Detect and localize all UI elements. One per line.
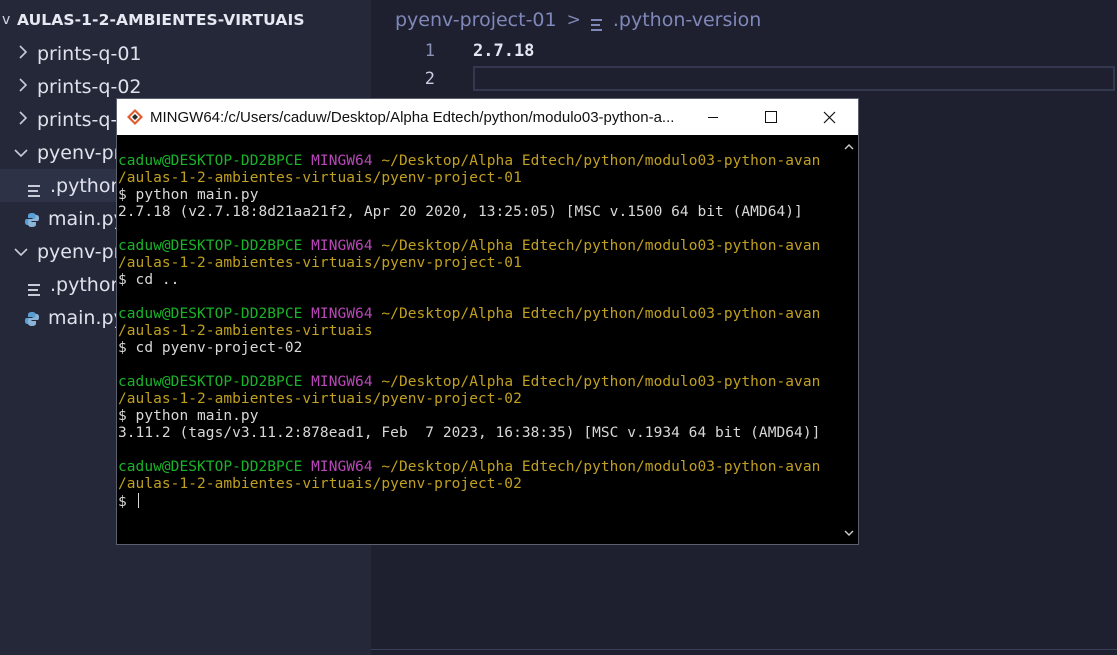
prompt-line: caduw@DESKTOP-DD2BPCE MINGW64 ~/Desktop/… [117, 374, 839, 391]
breadcrumb-folder[interactable]: pyenv-project-01 [395, 9, 557, 31]
command-output: 3.11.2 (tags/v3.11.2:878ead1, Feb 7 2023… [118, 425, 821, 441]
prompt-path: ~/Desktop/Alpha Edtech/python/modulo03-p… [381, 238, 821, 254]
prompt-path: ~/Desktop/Alpha Edtech/python/modulo03-p… [381, 306, 821, 322]
git-bash-icon [126, 108, 144, 126]
minimize-icon [708, 117, 718, 118]
prompt-line: caduw@DESKTOP-DD2BPCE MINGW64 ~/Desktop/… [117, 306, 839, 323]
prompt-path-cont: /aulas-1-2-ambientes-virtuais/pyenv-proj… [118, 170, 522, 186]
text-file-icon [28, 180, 42, 197]
line-content[interactable]: 2.7.18 [473, 41, 534, 61]
breadcrumb-file[interactable]: .python-version [613, 9, 761, 31]
terminal-scrollbar[interactable] [839, 135, 858, 544]
prompt-path-cont: /aulas-1-2-ambientes-virtuais/pyenv-proj… [118, 476, 522, 492]
desktop: v AULAS-1-2-AMBIENTES-VIRTUAIS prints-q-… [0, 0, 1117, 655]
minimize-button[interactable] [684, 99, 742, 135]
text-file-icon [28, 279, 42, 296]
chevron-right-icon [15, 44, 31, 63]
text-cursor [137, 493, 139, 508]
prompt-env: MINGW64 [311, 459, 373, 475]
maximize-icon [765, 111, 777, 123]
text-file-icon [590, 14, 604, 31]
command-line: $ cd .. [118, 272, 180, 288]
prompt-path: ~/Desktop/Alpha Edtech/python/modulo03-p… [381, 459, 821, 475]
command-line: $ python main.py [118, 408, 259, 424]
panel-divider [371, 649, 1117, 650]
explorer-section-header[interactable]: v AULAS-1-2-AMBIENTES-VIRTUAIS [0, 4, 371, 36]
tree-item-label: prints-q-02 [37, 75, 142, 98]
chevron-down-icon [13, 143, 29, 162]
explorer-root-title: AULAS-1-2-AMBIENTES-VIRTUAIS [17, 11, 305, 29]
code-line[interactable]: 1 2.7.18 [371, 36, 1117, 66]
line-number: 1 [424, 41, 435, 61]
terminal-title: MINGW64:/c/Users/caduw/Desktop/Alpha Edt… [150, 108, 675, 126]
chevron-right-icon [15, 77, 31, 96]
chevron-down-icon [844, 530, 853, 536]
prompt-symbol: $ [118, 494, 136, 510]
prompt-env: MINGW64 [311, 306, 373, 322]
close-button[interactable] [800, 99, 858, 135]
prompt-path-cont: /aulas-1-2-ambientes-virtuais [118, 323, 373, 339]
close-icon [823, 111, 835, 123]
terminal-window[interactable]: MINGW64:/c/Users/caduw/Desktop/Alpha Edt… [116, 98, 859, 545]
breadcrumb-separator-icon: > [566, 10, 581, 30]
prompt-user: caduw@DESKTOP-DD2BPCE [118, 306, 303, 322]
prompt-env: MINGW64 [311, 238, 373, 254]
maximize-button[interactable] [742, 99, 800, 135]
terminal-output[interactable]: caduw@DESKTOP-DD2BPCE MINGW64 ~/Desktop/… [117, 135, 839, 544]
chevron-up-icon [844, 143, 853, 149]
prompt-path: ~/Desktop/Alpha Edtech/python/modulo03-p… [381, 153, 821, 169]
python-icon [24, 211, 40, 227]
prompt-user: caduw@DESKTOP-DD2BPCE [118, 238, 303, 254]
chevron-down-icon [13, 242, 29, 261]
tree-folder-prints-q-01[interactable]: prints-q-01 [0, 37, 371, 70]
breadcrumb: pyenv-project-01 > .python-version [395, 7, 761, 33]
prompt-path-cont: /aulas-1-2-ambientes-virtuais/pyenv-proj… [118, 255, 522, 271]
prompt-env: MINGW64 [311, 374, 373, 390]
tree-item-label: main.py [48, 207, 125, 230]
command-input-line[interactable]: $ [117, 493, 839, 510]
prompt-line: caduw@DESKTOP-DD2BPCE MINGW64 ~/Desktop/… [117, 459, 839, 476]
terminal-titlebar[interactable]: MINGW64:/c/Users/caduw/Desktop/Alpha Edt… [117, 99, 858, 135]
prompt-user: caduw@DESKTOP-DD2BPCE [118, 153, 303, 169]
scroll-down-button[interactable] [839, 524, 858, 542]
scroll-up-button[interactable] [839, 137, 858, 155]
prompt-env: MINGW64 [311, 153, 373, 169]
python-icon [24, 310, 40, 326]
line-number: 2 [424, 69, 435, 89]
chevron-down-icon: v [2, 12, 11, 28]
tree-item-label: prints-q-01 [37, 42, 142, 65]
prompt-line: caduw@DESKTOP-DD2BPCE MINGW64 ~/Desktop/… [117, 153, 839, 170]
command-line: $ python main.py [118, 187, 259, 203]
command-output: 2.7.18 (v2.7.18:8d21aa21f2, Apr 20 2020,… [118, 204, 803, 220]
prompt-path: ~/Desktop/Alpha Edtech/python/modulo03-p… [381, 374, 821, 390]
prompt-path-cont: /aulas-1-2-ambientes-virtuais/pyenv-proj… [118, 391, 522, 407]
command-line: $ cd pyenv-project-02 [118, 340, 303, 356]
prompt-user: caduw@DESKTOP-DD2BPCE [118, 459, 303, 475]
prompt-user: caduw@DESKTOP-DD2BPCE [118, 374, 303, 390]
code-line[interactable]: 2 [371, 64, 1117, 94]
prompt-line: caduw@DESKTOP-DD2BPCE MINGW64 ~/Desktop/… [117, 238, 839, 255]
chevron-right-icon [15, 110, 31, 129]
tree-item-label: main.py [48, 306, 125, 329]
